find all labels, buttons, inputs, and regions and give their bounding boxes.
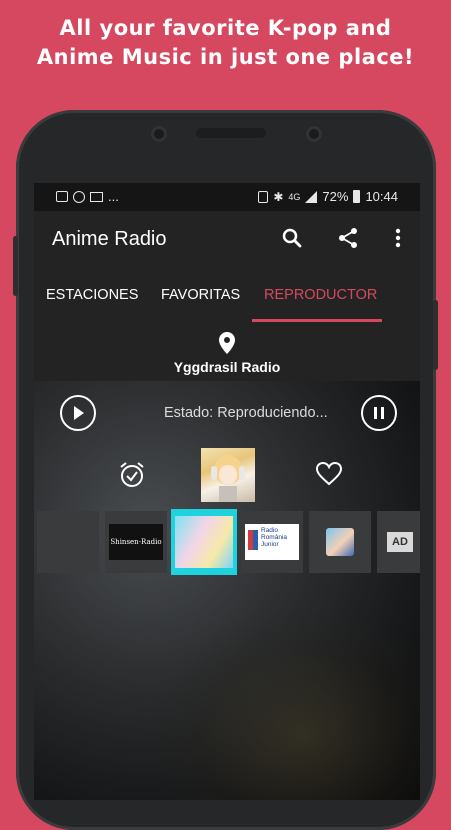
battery-percent: 72% [322, 189, 349, 204]
station-name: Yggdrasil Radio [173, 359, 281, 375]
tab-bar: ESTACIONES FAVORITAS REPRODUCTOR [34, 267, 420, 323]
clock: 10:44 [365, 189, 398, 204]
romania-label: Radio România Junior [261, 527, 288, 548]
more-vert-icon[interactable] [385, 225, 411, 251]
album-cover [201, 448, 255, 502]
app-screen: ... ✱ 4G 72% 10:44 Anime Radio ESTACIONE… [34, 183, 420, 800]
station-thumb-romania-art: Radio România Junior [245, 524, 299, 560]
signal-type: 4G [288, 191, 301, 202]
signal-icon [305, 190, 318, 203]
promo-line-2: Anime Music in just one place! [36, 45, 415, 69]
favorite-heart-icon[interactable] [315, 461, 343, 491]
ad-badge: AD [387, 532, 413, 552]
station-thumb-romania[interactable]: Radio România Junior [241, 511, 303, 573]
bluetooth-icon: ✱ [273, 189, 284, 204]
power-button [433, 300, 438, 370]
romania-logo-mark [248, 530, 258, 550]
front-camera [151, 126, 167, 142]
station-thumb-shinsen-art: Shinsen-Radio [109, 524, 163, 560]
whatsapp-icon [73, 190, 85, 203]
tab-favoritas[interactable]: FAVORITAS [161, 287, 240, 303]
radio-notification-icon [56, 191, 68, 202]
station-thumb-shinsen[interactable]: Shinsen-Radio [105, 511, 167, 573]
station-header: Yggdrasil Radio [34, 323, 420, 381]
mail-icon [90, 191, 103, 202]
active-tab-indicator [252, 319, 382, 322]
promo-headline: All your favorite K-pop and Anime Music … [0, 14, 451, 72]
pause-button[interactable] [361, 395, 397, 431]
volume-button [13, 236, 18, 296]
play-button[interactable] [60, 395, 96, 431]
tab-reproductor[interactable]: REPRODUCTOR [264, 287, 377, 303]
app-title: Anime Radio [52, 228, 167, 250]
playback-status: Estado: Reproduciendo... [164, 405, 328, 421]
tab-estaciones[interactable]: ESTACIONES [46, 287, 138, 303]
station-thumb-1-art [54, 528, 82, 556]
player-panel: Estado: Reproduciendo... Shinsen-Radio R… [34, 381, 420, 800]
station-thumb-5-art [326, 528, 354, 556]
station-thumb-ad[interactable]: AD [377, 511, 420, 573]
speaker-grille [196, 128, 266, 138]
location-pin-icon [218, 331, 236, 359]
station-carousel: Shinsen-Radio Radio România Junior AD [37, 509, 420, 575]
sensor [306, 126, 322, 142]
station-thumb-5[interactable] [309, 511, 371, 573]
search-icon[interactable] [279, 225, 305, 251]
battery-icon [353, 190, 361, 203]
app-bar: Anime Radio [34, 211, 420, 267]
alarm-status-icon [258, 190, 269, 203]
share-icon[interactable] [335, 225, 361, 251]
background-glow [154, 611, 420, 800]
station-thumb-3[interactable] [171, 509, 237, 575]
station-thumb-3-art [175, 516, 233, 568]
station-thumb-1[interactable] [37, 511, 99, 573]
alarm-clock-icon[interactable] [118, 461, 146, 493]
more-notifications: ... [108, 189, 119, 204]
promo-line-1: All your favorite K-pop and [59, 16, 392, 40]
status-bar: ... ✱ 4G 72% 10:44 [34, 183, 420, 211]
